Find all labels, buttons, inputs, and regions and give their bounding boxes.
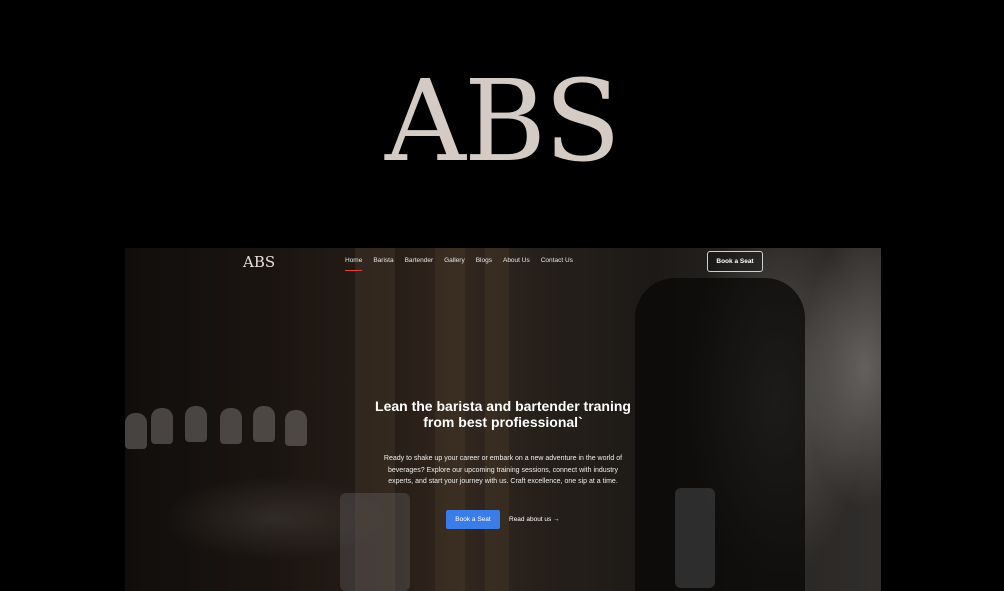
hero-section: Lean the barista and bartender traning f… bbox=[325, 398, 681, 488]
hero-description: Ready to shake up your career or embark … bbox=[383, 455, 623, 485]
book-seat-button[interactable]: Book a Seat bbox=[446, 510, 500, 529]
read-about-us-link[interactable]: Read about us → bbox=[509, 516, 560, 523]
navbar: ABS Home Barista Bartender Gallery Blogs… bbox=[125, 248, 881, 276]
nav-link-contact-us[interactable]: Contact Us bbox=[541, 256, 573, 266]
brand-logo: ABS bbox=[385, 57, 621, 187]
hero-title: Lean the barista and bartender traning f… bbox=[375, 398, 631, 430]
nav-link-home[interactable]: Home bbox=[345, 256, 363, 271]
book-seat-nav-button[interactable]: Book a Seat bbox=[707, 251, 763, 272]
nav-link-barista[interactable]: Barista bbox=[373, 256, 393, 266]
nav-link-about-us[interactable]: About Us bbox=[503, 256, 530, 266]
nav-link-bartender[interactable]: Bartender bbox=[405, 256, 434, 266]
nav-link-gallery[interactable]: Gallery bbox=[444, 256, 465, 266]
hero-actions: Book a Seat Read about us → bbox=[446, 510, 560, 529]
website-preview: ABS Home Barista Bartender Gallery Blogs… bbox=[125, 248, 881, 591]
nav-links: Home Barista Bartender Gallery Blogs Abo… bbox=[345, 256, 584, 271]
nav-logo[interactable]: ABS bbox=[243, 250, 275, 274]
nav-link-blogs[interactable]: Blogs bbox=[476, 256, 492, 266]
